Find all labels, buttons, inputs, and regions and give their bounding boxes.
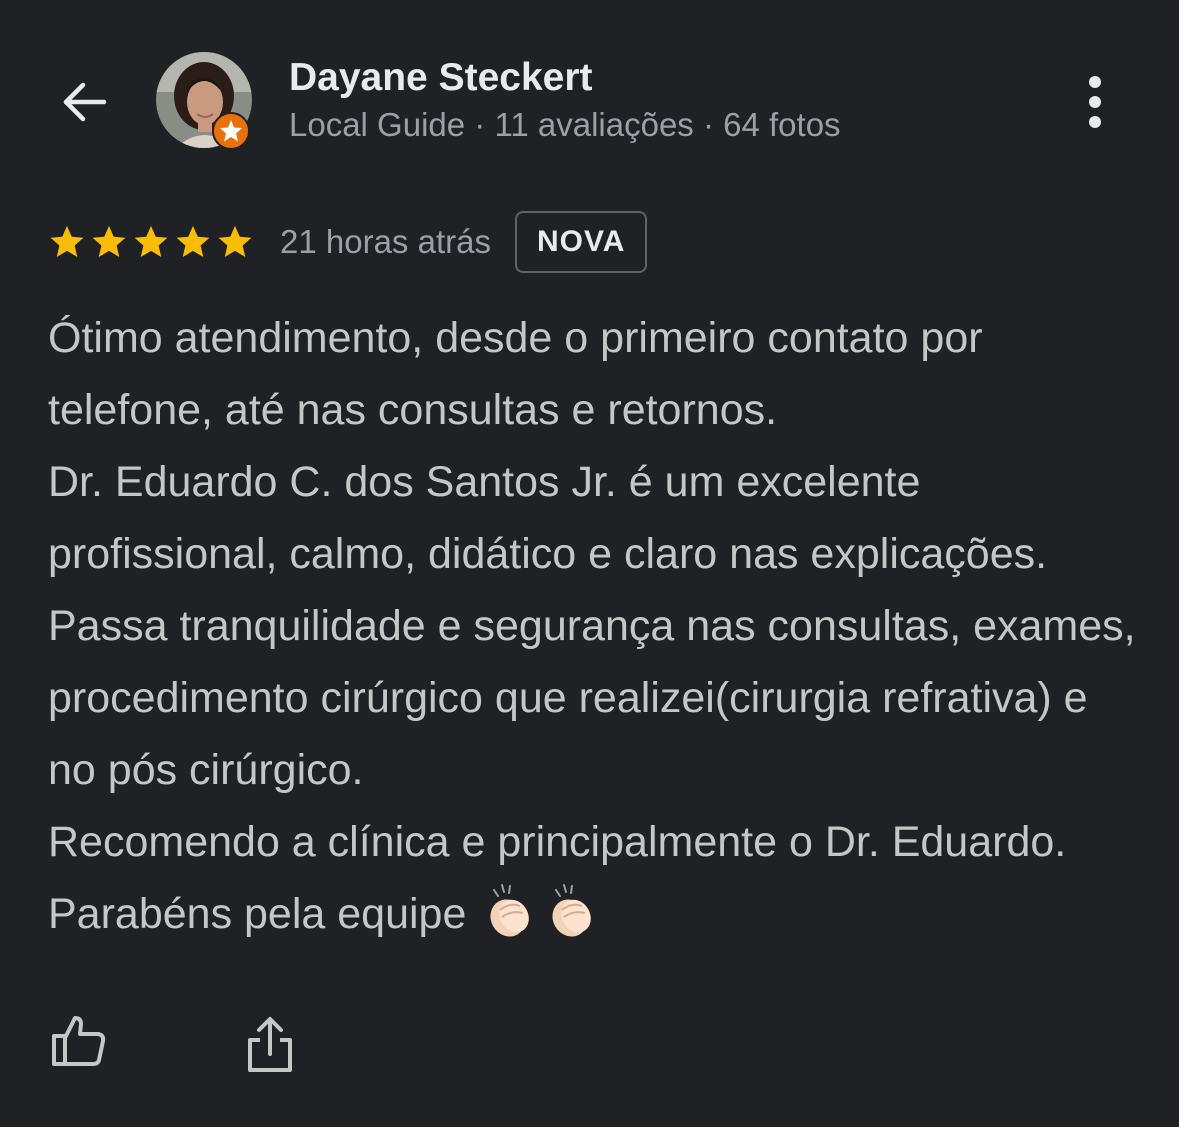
like-button[interactable] [46, 1008, 110, 1072]
star-icon [218, 225, 252, 258]
review-paragraph: Dr. Eduardo C. dos Santos Jr. é um excel… [48, 458, 1136, 794]
review-time: 21 horas atrás [280, 223, 491, 260]
rating-row: 21 horas atrás NOVA [48, 209, 648, 275]
clapping-hands-emoji [490, 884, 530, 937]
thumbs-up-icon [52, 1016, 106, 1066]
user-meta: Local Guide · 11 avaliações · 64 fotos [289, 106, 841, 143]
star-icon [176, 225, 210, 258]
review-paragraph-last: Recomendo a clínica e principalmente o D… [48, 806, 1138, 950]
review-header: Dayane Steckert Local Guide · 11 avaliaç… [0, 0, 1179, 200]
local-guide-badge [212, 112, 250, 150]
user-name[interactable]: Dayane Steckert [289, 56, 593, 100]
more-options-button[interactable] [1070, 72, 1120, 132]
clapping-hands-emoji [552, 884, 592, 937]
share-button[interactable] [238, 1012, 302, 1076]
star-icon [50, 225, 84, 258]
new-badge: NOVA [514, 211, 648, 273]
star-rating [48, 223, 258, 261]
more-vertical-icon [1089, 76, 1101, 128]
star-icon [92, 225, 126, 258]
local-guide-star-icon [212, 112, 250, 150]
arrow-back-icon [63, 82, 107, 122]
back-button[interactable] [52, 70, 116, 134]
share-icon [248, 1017, 292, 1072]
review-paragraph: Ótimo atendimento, desde o primeiro cont… [48, 314, 983, 434]
star-icon [134, 225, 168, 258]
review-text: Ótimo atendimento, desde o primeiro cont… [48, 302, 1138, 950]
